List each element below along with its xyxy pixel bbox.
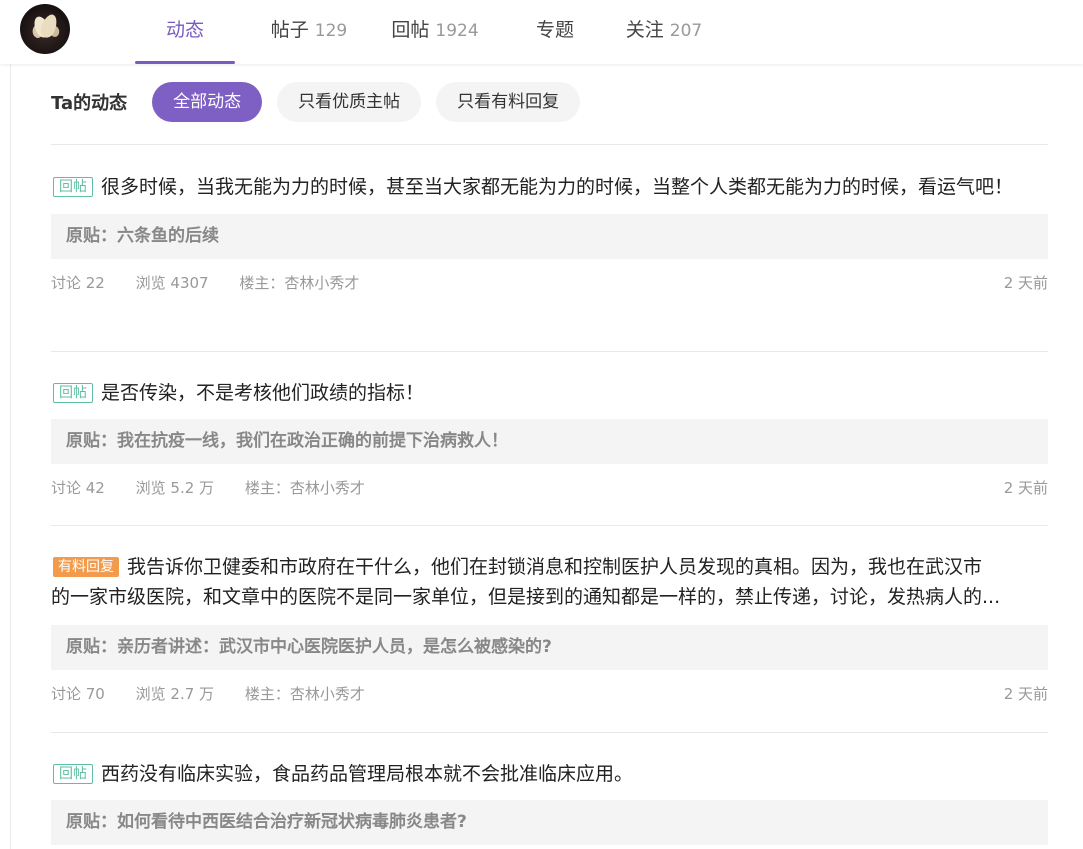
- feed-item[interactable]: 回帖 西药没有临床实验，食品药品管理局根本就不会批准临床应用。 原贴：如何看待中西…: [51, 759, 1048, 845]
- view-count: 浏览 2.7 万: [135, 685, 215, 703]
- filter-quality-posts-button[interactable]: 只看优质主帖: [277, 82, 422, 122]
- tab-replies[interactable]: 回帖 1924: [375, 0, 495, 64]
- tab-topics[interactable]: 专题: [515, 0, 595, 64]
- thread-owner[interactable]: 楼主：杏林小秀才: [245, 479, 365, 497]
- timestamp: 2 天前: [1003, 685, 1048, 703]
- tab-label: 关注: [625, 19, 664, 41]
- reply-text: 回帖 西药没有临床实验，食品药品管理局根本就不会批准临床应用。: [51, 759, 1048, 789]
- reply-tag: 回帖: [53, 177, 93, 197]
- original-post-link[interactable]: 原贴：如何看待中西医结合治疗新冠状病毒肺炎患者?: [51, 800, 1048, 845]
- feed-item[interactable]: 回帖 很多时候，当我无能为力的时候，甚至当大家都无能为力的时候，当整个人类都无能为…: [51, 172, 1048, 296]
- reply-content: 很多时候，当我无能为力的时候，甚至当大家都无能为力的时候，当整个人类都无能为力的…: [101, 176, 1014, 198]
- reply-line: 的一家市级医院，和文章中的医院不是同一家单位，但是接到的通知都是一样的，禁止传递…: [51, 586, 1001, 608]
- left-border: [10, 64, 11, 849]
- reply-text: 回帖 是否传染，不是考核他们政绩的指标！: [51, 378, 1048, 408]
- reply-content: 是否传染，不是考核他们政绩的指标！: [101, 382, 425, 404]
- tab-activity[interactable]: 动态: [135, 0, 235, 64]
- discuss-count: 讨论 42: [51, 479, 105, 497]
- feed-item[interactable]: 有料回复 我告诉你卫健委和市政府在干什么，他们在封锁消息和控制医护人员发现的真相。…: [51, 552, 1048, 707]
- original-post-link[interactable]: 原贴：亲历者讲述：武汉市中心医院医护人员，是怎么被感染的?: [51, 625, 1048, 670]
- discuss-count: 讨论 22: [51, 274, 105, 292]
- divider: [51, 525, 1048, 526]
- timestamp: 2 天前: [1003, 479, 1048, 497]
- tab-label: 动态: [165, 19, 204, 41]
- original-post-link[interactable]: 原贴：我在抗疫一线，我们在政治正确的前提下治病救人！: [51, 419, 1048, 464]
- item-meta: 讨论 22 浏览 4307 楼主：杏林小秀才 2 天前: [51, 272, 1048, 296]
- item-meta: 讨论 70 浏览 2.7 万 楼主：杏林小秀才 2 天前: [51, 683, 1048, 707]
- profile-tabs: 动态 帖子 129 回帖 1924 专题 关注 207: [135, 0, 719, 64]
- tab-label: 专题: [535, 19, 574, 41]
- reply-text: 回帖 很多时候，当我无能为力的时候，甚至当大家都无能为力的时候，当整个人类都无能为…: [51, 172, 1048, 202]
- top-navigation: 动态 帖子 129 回帖 1924 专题 关注 207: [0, 0, 1083, 64]
- reply-content: 我告诉你卫健委和市政府在干什么，他们在封锁消息和控制医护人员发现的真相。因为，我…: [127, 556, 983, 578]
- thread-owner[interactable]: 楼主：杏林小秀才: [239, 274, 359, 292]
- filter-quality-replies-button[interactable]: 只看有料回复: [436, 82, 581, 122]
- reply-tag: 回帖: [53, 383, 93, 403]
- feed-item[interactable]: 回帖 是否传染，不是考核他们政绩的指标！ 原贴：我在抗疫一线，我们在政治正确的前提…: [51, 378, 1048, 501]
- divider: [51, 732, 1048, 733]
- view-count: 浏览 5.2 万: [135, 479, 215, 497]
- discuss-count: 讨论 70: [51, 685, 105, 703]
- tab-count: 129: [314, 21, 348, 41]
- tab-label: 帖子: [270, 19, 309, 41]
- reply-content: 西药没有临床实验，食品药品管理局根本就不会批准临床应用。: [101, 763, 634, 785]
- reply-line: 有料回复 我告诉你卫健委和市政府在干什么，他们在封锁消息和控制医护人员发现的真相。…: [51, 552, 1048, 582]
- divider: [51, 144, 1048, 145]
- filter-all-button[interactable]: 全部动态: [152, 82, 263, 122]
- divider: [51, 351, 1048, 352]
- reply-tag: 回帖: [53, 764, 93, 784]
- user-avatar[interactable]: [20, 4, 70, 54]
- activity-filter: Ta的动态 全部动态 只看优质主帖 只看有料回复: [51, 82, 595, 122]
- tab-posts[interactable]: 帖子 129: [243, 0, 375, 64]
- tab-label: 回帖: [391, 19, 430, 41]
- timestamp: 2 天前: [1003, 274, 1048, 292]
- thread-owner[interactable]: 楼主：杏林小秀才: [245, 685, 365, 703]
- reply-text: 有料回复 我告诉你卫健委和市政府在干什么，他们在封锁消息和控制医护人员发现的真相。…: [51, 552, 1048, 612]
- view-count: 浏览 4307: [135, 274, 209, 292]
- tab-count: 1924: [435, 21, 479, 41]
- filter-title: Ta的动态: [51, 93, 128, 114]
- item-meta: 讨论 42 浏览 5.2 万 楼主：杏林小秀才 2 天前: [51, 477, 1048, 501]
- original-post-link[interactable]: 原贴：六条鱼的后续: [51, 214, 1048, 259]
- tab-count: 207: [669, 21, 703, 41]
- tab-following[interactable]: 关注 207: [609, 0, 719, 64]
- quality-reply-tag: 有料回复: [53, 557, 119, 577]
